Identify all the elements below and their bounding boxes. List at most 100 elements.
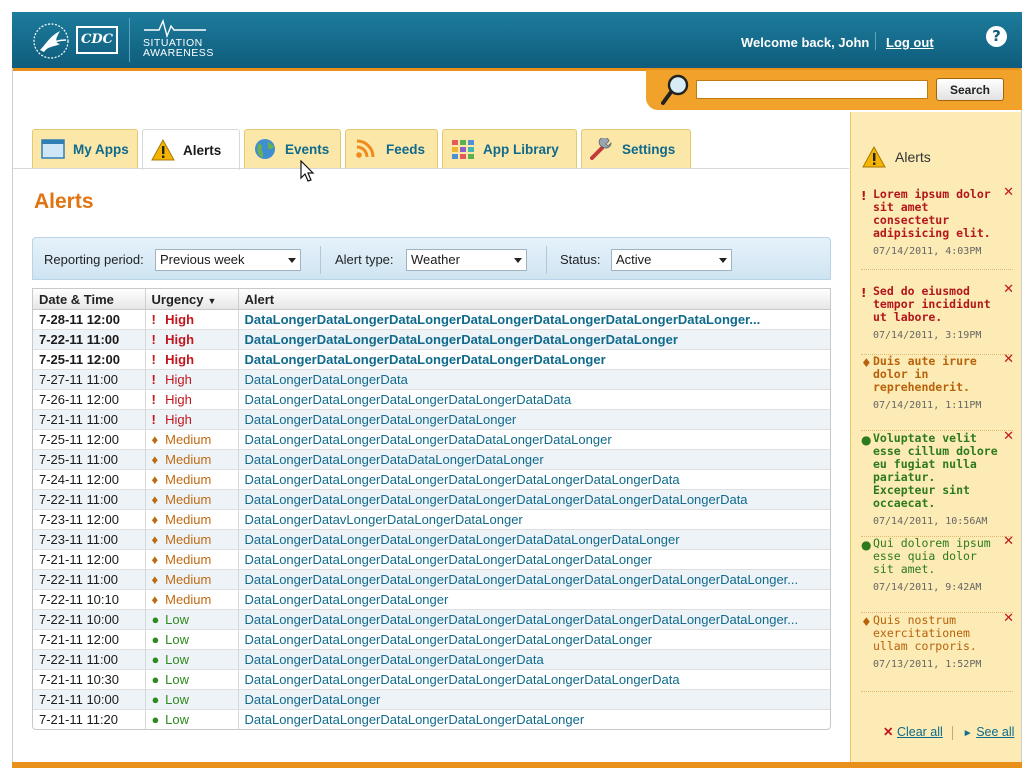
sidebar-alert-item[interactable]: ! Sed do eiusmod tempor incididunt ut lab… xyxy=(861,282,1014,355)
table-row[interactable]: 7-28-11 12:00! High DataLongerDataLongerD… xyxy=(33,309,830,330)
help-icon[interactable]: ? xyxy=(986,26,1007,47)
row-alert-link[interactable]: DataLongerDataLongerDataLongerDataLonger… xyxy=(237,629,830,650)
row-alert-link[interactable]: DataLongerDataLongerDataLongerDataLonger… xyxy=(237,309,830,330)
row-urgency: ♦ Medium xyxy=(144,569,238,590)
row-alert-link[interactable]: DataLongerDataLongerDataLongerDataDataLo… xyxy=(237,429,830,450)
close-icon[interactable]: ✕ xyxy=(1003,429,1014,444)
row-date: 7-22-11 10:00 xyxy=(33,609,145,630)
table-row[interactable]: 7-21-11 11:00! High DataLongerDataLongerD… xyxy=(33,409,830,430)
reporting-period-label: Reporting period: xyxy=(44,252,144,267)
reporting-period-select[interactable]: Previous week xyxy=(155,249,301,271)
sidebar-alert-time: 07/14/2011, 9:42AM xyxy=(873,582,982,593)
sidebar-header: Alerts xyxy=(861,146,931,168)
urgency-label: High xyxy=(165,392,192,407)
table-row[interactable]: 7-25-11 12:00! High DataLongerDataLongerD… xyxy=(33,349,830,370)
table-row[interactable]: 7-21-11 10:00 ● Low DataLongerDataLonger xyxy=(33,689,830,710)
column-header-alert[interactable]: Alert xyxy=(237,289,830,310)
logout-link[interactable]: Log out xyxy=(886,35,934,50)
row-alert-link[interactable]: DataLongerDataLongerDataLongerDataLonger… xyxy=(237,529,830,550)
table-row[interactable]: 7-22-11 11:00 ● Low DataLongerDataLongerDa… xyxy=(33,649,830,670)
column-header-urgency[interactable]: Urgency ▼ xyxy=(144,289,238,310)
reporting-period-value: Previous week xyxy=(160,252,245,267)
search-button[interactable]: Search xyxy=(936,78,1004,101)
row-alert-link[interactable]: DataLongerDataLongerDataLongerDataLonger… xyxy=(237,609,830,630)
row-alert-link[interactable]: DataLongerDataLongerDataLongerDataLonger… xyxy=(237,669,830,690)
urgency-label: Low xyxy=(165,672,189,687)
tab-feeds[interactable]: Feeds xyxy=(345,129,438,168)
table-row[interactable]: 7-24-11 12:00 ♦ Medium DataLongerDataLonge… xyxy=(33,469,830,490)
row-urgency: ! High xyxy=(144,389,238,410)
sidebar-alert-item[interactable]: ● Voluptate velit esse cillum dolore eu f… xyxy=(861,429,1014,537)
table-row[interactable]: 7-21-11 12:00 ● Low DataLongerDataLongerDa… xyxy=(33,629,830,650)
table-row[interactable]: 7-22-11 10:00 ● Low DataLongerDataLongerDa… xyxy=(33,609,830,630)
table-row[interactable]: 7-25-11 11:00 ♦ Medium DataLongerDataLonge… xyxy=(33,449,830,470)
table-row[interactable]: 7-25-11 12:00 ♦ Medium DataLongerDataLonge… xyxy=(33,429,830,450)
tab-my-apps[interactable]: My Apps xyxy=(32,129,138,168)
row-alert-link[interactable]: DataLongerDataLongerDataLongerDataLonger… xyxy=(237,649,830,670)
table-row[interactable]: 7-22-11 10:10 ♦ Medium DataLongerDataLonge… xyxy=(33,589,830,610)
table-row[interactable]: 7-22-11 11:00! High DataLongerDataLongerD… xyxy=(33,329,830,350)
row-alert-link[interactable]: DataLongerDataLongerDataLongerDataLonger… xyxy=(237,569,830,590)
urgency-label: Medium xyxy=(165,492,212,507)
row-urgency: ♦ Medium xyxy=(144,489,238,510)
sidebar-alert-item[interactable]: ! Lorem ipsum dolor sit amet consectetur … xyxy=(861,185,1014,270)
sidebar-alert-item[interactable]: ♦ Duis aute irure dolor in reprehenderit.… xyxy=(861,352,1014,431)
column-header-label: Alert xyxy=(244,291,275,307)
table-row[interactable]: 7-23-11 12:00 ♦ Medium DataLongerDatavLong… xyxy=(33,509,830,530)
footer-bar xyxy=(12,762,1022,768)
table-row[interactable]: 7-21-11 12:00 ♦ Medium DataLongerDataLonge… xyxy=(33,549,830,570)
row-urgency: ! High xyxy=(144,329,238,350)
row-urgency: ● Low xyxy=(144,629,238,650)
table-row[interactable]: 7-22-11 11:00 ♦ Medium DataLongerDataLonge… xyxy=(33,489,830,510)
row-alert-link[interactable]: DataLongerDataLongerDataDataLongerDataLo… xyxy=(237,449,830,470)
sidebar-alert-text: Quis nostrum exercitationem ullam corpor… xyxy=(873,613,977,653)
status-select[interactable]: Active xyxy=(611,249,732,271)
window-icon xyxy=(41,139,65,159)
urgency-high-icon: ! xyxy=(151,352,156,367)
row-date: 7-25-11 12:00 xyxy=(33,429,145,450)
tab-events[interactable]: Events xyxy=(244,129,341,168)
urgency-medium-icon: ♦ xyxy=(151,572,159,587)
close-icon[interactable]: ✕ xyxy=(1003,185,1014,200)
urgency-label: Low xyxy=(165,652,189,667)
urgency-low-icon: ● xyxy=(151,632,160,647)
table-row[interactable]: 7-23-11 11:00 ♦ Medium DataLongerDataLonge… xyxy=(33,529,830,550)
alert-type-value: Weather xyxy=(411,252,460,267)
row-alert-link[interactable]: DataLongerDataLongerData xyxy=(237,369,830,390)
close-icon[interactable]: ✕ xyxy=(1003,611,1014,626)
row-alert-link[interactable]: DataLongerDataLongerDataLongerDataLonger… xyxy=(237,489,830,510)
row-alert-link[interactable]: DataLongerDataLongerDataLongerDataLonger… xyxy=(237,709,830,729)
clear-all-link[interactable]: Clear all xyxy=(897,725,943,739)
heartbeat-icon xyxy=(144,18,206,38)
row-alert-link[interactable]: DataLongerDataLongerDataLongerDataLonger… xyxy=(237,329,830,350)
row-alert-link[interactable]: DataLongerDataLongerDataLongerDataLonger… xyxy=(237,389,830,410)
close-icon[interactable]: ✕ xyxy=(1003,352,1014,367)
table-row[interactable]: 7-21-11 10:30 ● Low DataLongerDataLongerDa… xyxy=(33,669,830,690)
close-icon[interactable]: ✕ xyxy=(1003,534,1014,549)
row-alert-link[interactable]: DataLongerDataLongerDataLongerDataLonger… xyxy=(237,549,830,570)
tab-label: My Apps xyxy=(73,141,129,157)
tab-label: Settings xyxy=(622,141,676,157)
row-alert-link[interactable]: DataLongerDataLongerDataLongerDataLonger… xyxy=(237,469,830,490)
table-row[interactable]: 7-22-11 11:00 ♦ Medium DataLongerDataLonge… xyxy=(33,569,830,590)
table-row[interactable]: 7-27-11 11:00! High DataLongerDataLongerD… xyxy=(33,369,830,390)
urgency-label: Medium xyxy=(165,432,212,447)
row-alert-link[interactable]: DataLongerDataLongerDataLonger xyxy=(237,589,830,610)
table-row[interactable]: 7-26-11 12:00! High DataLongerDataLongerD… xyxy=(33,389,830,410)
tab-app-library[interactable]: App Library xyxy=(442,129,577,168)
row-alert-link[interactable]: DataLongerDataLongerDataLongerDataLonger xyxy=(237,409,830,430)
column-header-date[interactable]: Date & Time xyxy=(33,289,145,310)
tab-alerts[interactable]: Alerts xyxy=(142,129,240,170)
row-alert-link[interactable]: DataLongerDataLonger xyxy=(237,689,830,710)
see-all-link[interactable]: See all xyxy=(976,725,1014,739)
tab-settings[interactable]: Settings xyxy=(581,129,691,168)
table-row[interactable]: 7-21-11 11:20 ● Low DataLongerDataLongerDa… xyxy=(33,709,830,729)
search-input[interactable] xyxy=(696,80,928,99)
urgency-medium-icon: ♦ xyxy=(151,512,159,527)
sidebar-alert-item[interactable]: ♦ Quis nostrum exercitationem ullam corpo… xyxy=(861,611,1014,692)
alert-type-select[interactable]: Weather xyxy=(406,249,527,271)
row-alert-link[interactable]: DataLongerDataLongerDataLongerDataLonger… xyxy=(237,349,830,370)
row-alert-link[interactable]: DataLongerDatavLongerDataLongerDataLonge… xyxy=(237,509,830,530)
close-icon[interactable]: ✕ xyxy=(1003,282,1014,297)
sidebar-alert-item[interactable]: ● Qui dolorem ipsum esse quia dolor sit a… xyxy=(861,534,1014,613)
